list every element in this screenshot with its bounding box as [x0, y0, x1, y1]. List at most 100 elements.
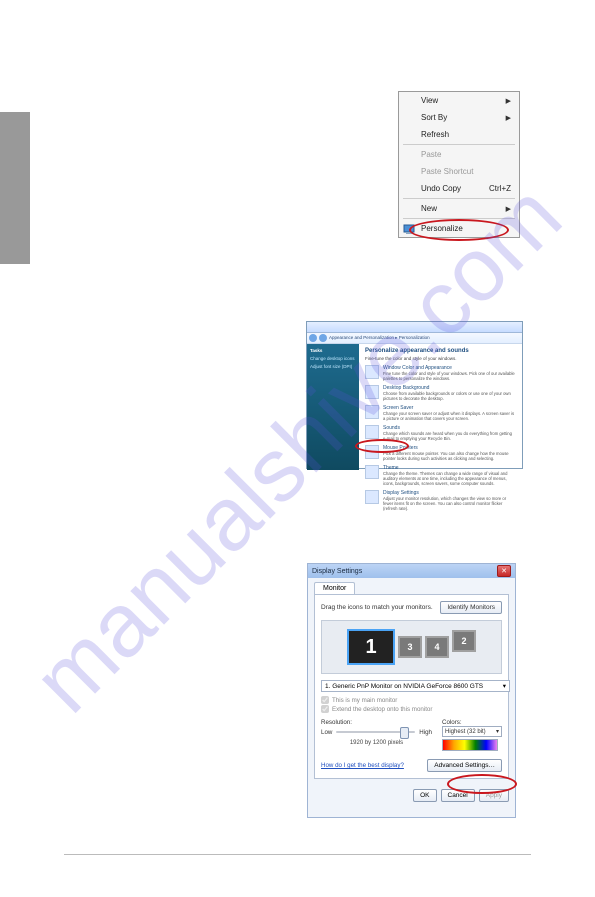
- tasks-head: Tasks: [310, 348, 356, 353]
- monitor-4[interactable]: 4: [425, 636, 449, 658]
- window-titlebar[interactable]: Display Settings ✕: [308, 564, 515, 578]
- pers-item-text: Display Settings Adjust your monitor res…: [383, 490, 516, 511]
- pers-item-icon: [365, 490, 379, 504]
- monitor-select-value: 1. Generic PnP Monitor on NVIDIA GeForce…: [325, 683, 483, 690]
- check-main-monitor-box: [321, 696, 329, 704]
- display-settings-window: Display Settings ✕ Monitor Drag the icon…: [307, 563, 516, 818]
- res-high: High: [419, 729, 432, 736]
- pers-item-icon: [365, 365, 379, 379]
- pers-item-desc: Choose from available backgrounds or col…: [383, 391, 511, 401]
- cancel-button[interactable]: Cancel: [441, 789, 475, 802]
- pers-item-icon: [365, 405, 379, 419]
- apply-button: Apply: [479, 789, 509, 802]
- resolution-value: 1920 by 1200 pixels: [321, 740, 432, 746]
- help-link[interactable]: How do I get the best display?: [321, 762, 404, 769]
- check-main-monitor: This is my main monitor: [321, 696, 502, 704]
- resolution-slider[interactable]: [336, 731, 415, 733]
- pers-item-desc: Pick a different mouse pointer. You can …: [383, 451, 509, 461]
- pers-item-text: Desktop Background Choose from available…: [383, 385, 516, 401]
- ctx-new[interactable]: New ▶: [399, 200, 519, 217]
- ctx-undo-copy-shortcut: Ctrl+Z: [489, 184, 511, 193]
- monitor-select[interactable]: 1. Generic PnP Monitor on NVIDIA GeForce…: [321, 680, 510, 692]
- page-divider: [64, 854, 531, 855]
- nav-fwd-icon[interactable]: [319, 334, 327, 342]
- menu-separator: [403, 218, 515, 219]
- monitor-3[interactable]: 3: [398, 636, 422, 658]
- ctx-new-label: New: [421, 204, 437, 213]
- submenu-arrow-icon: ▶: [506, 114, 511, 122]
- pers-item-text: Theme Change the theme. Themes can chang…: [383, 465, 516, 486]
- colors-select[interactable]: Highest (32 bit) ▾: [442, 726, 502, 737]
- close-button[interactable]: ✕: [497, 565, 511, 577]
- advanced-settings-button[interactable]: Advanced Settings…: [427, 759, 502, 772]
- monitor-1[interactable]: 1: [347, 629, 395, 665]
- dropdown-icon: ▾: [496, 728, 499, 735]
- monitor-arrangement[interactable]: 1 3 4 2: [321, 620, 502, 674]
- personalize-icon: [403, 223, 415, 235]
- pers-item[interactable]: Sounds Change which sounds are heard whe…: [365, 425, 516, 441]
- tab-monitor[interactable]: Monitor: [314, 582, 355, 594]
- resolution-label: Resolution:: [321, 719, 432, 726]
- ctx-paste-shortcut-label: Paste Shortcut: [421, 167, 473, 176]
- check-extend-desktop: Extend the desktop onto this monitor: [321, 705, 502, 713]
- ctx-undo-copy-label: Undo Copy: [421, 184, 461, 193]
- res-low: Low: [321, 729, 332, 736]
- ctx-personalize[interactable]: Personalize: [399, 220, 519, 237]
- pers-item-icon: [365, 465, 379, 479]
- submenu-arrow-icon: ▶: [506, 97, 511, 105]
- personalize-main: Personalize appearance and sounds Fine-t…: [359, 344, 522, 470]
- pers-item-text: Window Color and Appearance Fine tune th…: [383, 365, 516, 381]
- pers-item[interactable]: Display Settings Adjust your monitor res…: [365, 490, 516, 511]
- desktop-context-menu: View ▶ Sort By ▶ Refresh Paste Paste Sho…: [398, 91, 520, 238]
- ok-button[interactable]: OK: [413, 789, 436, 802]
- breadcrumb[interactable]: Appearance and Personalization ▸ Persona…: [307, 333, 522, 344]
- drag-label: Drag the icons to match your monitors.: [321, 604, 433, 611]
- identify-monitors-button[interactable]: Identify Monitors: [440, 601, 502, 614]
- pers-item-desc: Change your screen saver or adjust when …: [383, 411, 514, 421]
- ctx-view-label: View: [421, 96, 438, 105]
- ctx-sort-by[interactable]: Sort By ▶: [399, 109, 519, 126]
- pers-item[interactable]: Theme Change the theme. Themes can chang…: [365, 465, 516, 486]
- pers-item-icon: [365, 425, 379, 439]
- slider-thumb[interactable]: [400, 727, 409, 739]
- ctx-paste-shortcut: Paste Shortcut: [399, 163, 519, 180]
- ctx-undo-copy[interactable]: Undo Copy Ctrl+Z: [399, 180, 519, 197]
- pers-item[interactable]: Desktop Background Choose from available…: [365, 385, 516, 401]
- check-main-label: This is my main monitor: [332, 697, 397, 704]
- pers-item-desc: Change which sounds are heard when you d…: [383, 431, 512, 441]
- ctx-sortby-label: Sort By: [421, 113, 447, 122]
- ctx-paste-label: Paste: [421, 150, 441, 159]
- pers-item-icon: [365, 445, 379, 459]
- pers-item-desc: Adjust your monitor resolution, which ch…: [383, 496, 506, 511]
- menu-separator: [403, 198, 515, 199]
- pers-item-icon: [365, 385, 379, 399]
- pers-item-text: Screen Saver Change your screen saver or…: [383, 405, 516, 421]
- breadcrumb-text: Appearance and Personalization ▸ Persona…: [329, 335, 430, 341]
- nav-back-icon[interactable]: [309, 334, 317, 342]
- pers-item-desc: Fine tune the color and style of your wi…: [383, 371, 515, 381]
- check-extend-box: [321, 705, 329, 713]
- pers-item[interactable]: Mouse Pointers Pick a different mouse po…: [365, 445, 516, 461]
- pers-sub: Fine-tune the color and style of your wi…: [365, 356, 516, 361]
- pers-item-text: Mouse Pointers Pick a different mouse po…: [383, 445, 516, 461]
- color-preview: [442, 739, 498, 751]
- page-margin-tab: [0, 112, 30, 264]
- monitor-2[interactable]: 2: [452, 630, 476, 652]
- colors-value: Highest (32 bit): [445, 729, 486, 735]
- colors-label: Colors:: [442, 719, 502, 726]
- ctx-paste: Paste: [399, 146, 519, 163]
- menu-separator: [403, 144, 515, 145]
- pers-item[interactable]: Screen Saver Change your screen saver or…: [365, 405, 516, 421]
- ctx-personalize-label: Personalize: [421, 224, 463, 233]
- side-link-dpi[interactable]: Adjust font size (DPI): [310, 364, 356, 369]
- ctx-refresh[interactable]: Refresh: [399, 126, 519, 143]
- window-title: Display Settings: [312, 568, 362, 575]
- dialog-body: Drag the icons to match your monitors. I…: [314, 594, 509, 779]
- side-link-icons[interactable]: Change desktop icons: [310, 356, 356, 361]
- pers-item-desc: Change the theme. Themes can change a wi…: [383, 471, 507, 486]
- submenu-arrow-icon: ▶: [506, 205, 511, 213]
- ctx-view[interactable]: View ▶: [399, 92, 519, 109]
- pers-item-text: Sounds Change which sounds are heard whe…: [383, 425, 516, 441]
- dropdown-icon: ▾: [503, 682, 506, 690]
- pers-item[interactable]: Window Color and Appearance Fine tune th…: [365, 365, 516, 381]
